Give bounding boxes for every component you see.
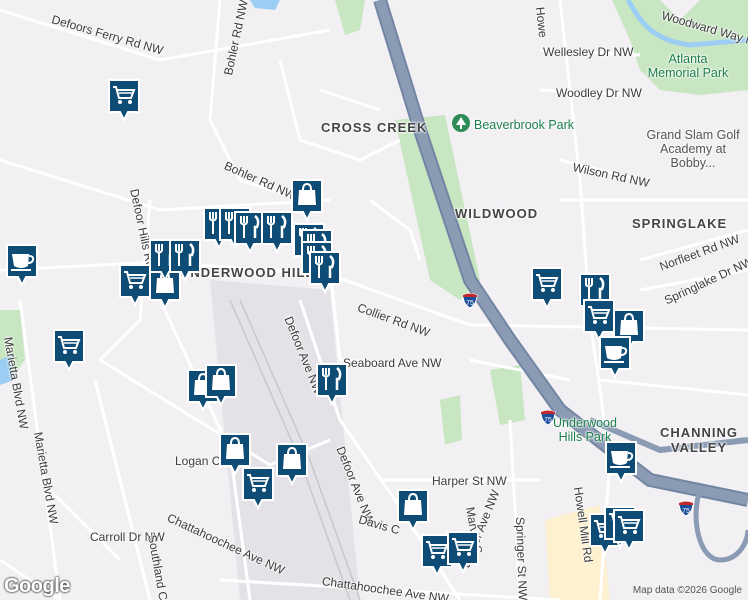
road-logan: Logan Ci [175,454,224,468]
park-atlanta-memorial: Atlanta Memorial Park [647,52,729,80]
bag-marker-icon[interactable] [396,488,430,532]
coffee-marker-icon[interactable] [604,440,638,484]
map-credit: Map data ©2026 Google [632,585,742,596]
park-beaverbrook-label: Beaverbrook Park [474,118,575,132]
cart-marker-icon[interactable] [52,328,86,372]
svg-text:75: 75 [544,417,552,424]
cutlery-marker-icon[interactable] [260,210,294,254]
neighborhood-wildwood: WILDWOOD [455,206,539,221]
neighborhood-springlake: SPRINGLAKE [632,216,728,231]
svg-text:75: 75 [466,300,474,307]
cart-marker-icon[interactable] [530,266,564,310]
road-springer: Springer St NW [513,516,530,600]
road-harper: Harper St NW [432,474,507,488]
interstate-shield: 75 [678,500,694,521]
cart-marker-icon[interactable] [446,530,480,574]
park-area-mid [490,365,525,425]
coffee-marker-icon[interactable] [5,243,39,287]
road-seaboard: Seaboard Ave NW [343,356,442,370]
svg-text:75: 75 [682,508,690,515]
bag-marker-icon[interactable] [204,363,238,407]
cutlery-marker-icon[interactable] [315,362,349,406]
road-woodley: Woodley Dr NW [556,86,642,100]
neighborhood-channing-valley: CHANNING VALLEY [659,425,739,455]
coffee-marker-icon[interactable] [598,335,632,379]
cart-marker-icon[interactable] [612,508,646,552]
park-tree-icon [452,114,470,132]
bag-marker-icon[interactable] [275,442,309,486]
poi-grand-slam: Grand Slam Golf Academy at Bobby... [646,128,740,170]
bag-marker-icon[interactable] [290,178,324,222]
pond [250,0,280,10]
interstate-shield: 75 [462,292,478,313]
map-canvas[interactable]: CROSS CREEK WILDWOOD SPRINGLAKE UNDERWOO… [0,0,748,600]
park-area-top [335,0,365,35]
cutlery-marker-icon[interactable] [168,238,202,282]
park-area-small [440,395,462,445]
interstate-shield: 75 [540,409,556,430]
road-wellesley: Wellesley Dr NW [543,45,634,59]
cart-marker-icon[interactable] [107,78,141,122]
cart-marker-icon[interactable] [118,263,152,307]
google-logo: Google [4,575,70,597]
neighborhood-cross-creek: CROSS CREEK [321,120,428,135]
cart-marker-icon[interactable] [241,466,275,510]
cutlery-marker-icon[interactable] [308,250,342,294]
